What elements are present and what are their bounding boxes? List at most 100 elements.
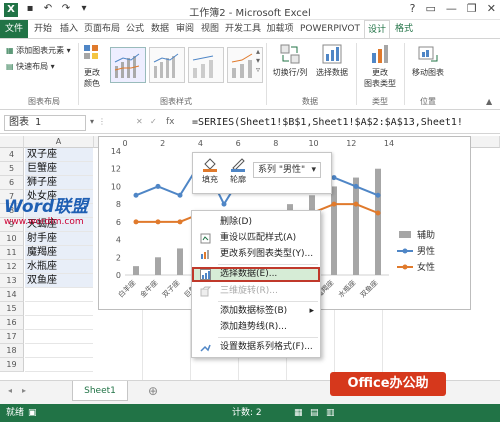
chart-style-thumb[interactable]	[188, 47, 224, 83]
cell-a[interactable]: 双子座	[25, 148, 93, 162]
close-icon[interactable]: ✕	[487, 2, 496, 15]
cell-a[interactable]	[25, 330, 93, 344]
top-axis-tick-label: 8	[273, 139, 278, 148]
tab-formulas[interactable]: 公式	[123, 20, 147, 38]
tab-addins[interactable]: 加载项	[264, 20, 296, 38]
divider	[404, 43, 405, 105]
cell-a[interactable]: 双鱼座	[25, 274, 93, 288]
cell-a[interactable]: 魔羯座	[25, 246, 93, 260]
minimize-icon[interactable]: —	[446, 2, 457, 15]
divider	[356, 43, 357, 105]
row-header[interactable]: 16	[0, 316, 24, 330]
formula-input[interactable]: =SERIES(Sheet1!$B$1,Sheet1!$A$2:$A$13,Sh…	[192, 115, 463, 131]
ribbon-display-icon[interactable]: ▭	[426, 2, 436, 15]
row-header[interactable]: 13	[0, 274, 24, 288]
row-header[interactable]: 12	[0, 260, 24, 274]
tab-view[interactable]: 视图	[198, 20, 222, 38]
menu-item-reset-style[interactable]: 重设以匹配样式(A)	[192, 231, 320, 246]
row-header[interactable]: 14	[0, 288, 24, 302]
cell-a[interactable]: 水瓶座	[25, 260, 93, 274]
add-sheet-icon[interactable]: ⊕	[148, 384, 158, 398]
tab-powerpivot[interactable]: POWERPIVOT	[297, 20, 363, 38]
macro-record-icon[interactable]: ▣	[28, 404, 37, 422]
chart-style-thumb[interactable]	[110, 47, 146, 83]
cancel-icon[interactable]: ✕	[136, 117, 143, 126]
row-header[interactable]: 18	[0, 344, 24, 358]
tab-page-layout[interactable]: 页面布局	[82, 20, 122, 38]
tab-data[interactable]: 数据	[148, 20, 172, 38]
change-colors-button[interactable]: 更改 颜色	[80, 43, 104, 89]
ribbon-tabs: 文件 开始 插入 页面布局 公式 数据 审阅 视图 开发工具 加载项 POWER…	[0, 20, 500, 54]
collapse-ribbon-icon[interactable]: ▲	[486, 97, 492, 106]
switch-row-column-button[interactable]: 切换行/列	[270, 43, 310, 78]
cell-a[interactable]	[25, 344, 93, 358]
name-box[interactable]: 图表 1	[4, 115, 86, 131]
cell-a[interactable]	[25, 302, 93, 316]
quick-layout-button[interactable]: ▤ 快速布局 ▾	[6, 61, 55, 72]
bar-辅助	[353, 177, 359, 275]
restore-icon[interactable]: ❐	[467, 2, 477, 15]
row-header[interactable]: 19	[0, 358, 24, 372]
tab-review[interactable]: 审阅	[173, 20, 197, 38]
cell-a[interactable]: 巨蟹座	[25, 162, 93, 176]
outline-button[interactable]: 轮廓	[225, 156, 251, 185]
top-axis-tick-label: 0	[122, 139, 127, 148]
cell-a[interactable]	[25, 316, 93, 330]
move-chart-button[interactable]: 移动图表	[406, 43, 450, 78]
menu-item-add-data-labels[interactable]: 添加数据标签(B) ▸	[192, 304, 320, 319]
column-header-a[interactable]: A	[24, 136, 94, 148]
menu-item-add-trendline[interactable]: 添加趋势线(R)...	[192, 320, 320, 335]
watermark-right: Office办公助	[330, 372, 446, 396]
insert-function-icon[interactable]: fx	[166, 117, 175, 127]
menu-item-format-series[interactable]: 设置数据系列格式(F)...	[192, 340, 320, 355]
gallery-scroll[interactable]: ▴ ▾ ▿	[256, 47, 260, 74]
name-box-dropdown-icon[interactable]: ▾	[90, 117, 94, 126]
row-header[interactable]: 10	[0, 232, 24, 246]
menu-item-3d-rotation[interactable]: 三维旋转(R)...	[192, 284, 320, 299]
left-axis-tick-label: 12	[111, 165, 121, 174]
sheet-nav-prev-icon[interactable]: ◂	[8, 386, 12, 395]
tab-home[interactable]: 开始	[30, 20, 56, 38]
cell-a[interactable]	[25, 288, 93, 302]
tab-developer[interactable]: 开发工具	[223, 20, 263, 38]
row-header[interactable]: 4	[0, 148, 24, 162]
top-axis-tick-label: 4	[198, 139, 203, 148]
row-header[interactable]: 11	[0, 246, 24, 260]
enter-icon[interactable]: ✓	[150, 117, 157, 126]
change-chart-type-button[interactable]: 更改 图表类型	[360, 43, 400, 89]
page-break-view-icon[interactable]: ▥	[326, 404, 335, 422]
left-axis-tick-label: 0	[116, 271, 121, 280]
series-select-dropdown[interactable]: 系列 "男性" ▾	[253, 162, 321, 178]
row-header[interactable]: 5	[0, 162, 24, 176]
top-axis-tick-label: 12	[346, 139, 356, 148]
page-layout-view-icon[interactable]: ▤	[310, 404, 319, 422]
cell-a[interactable]	[25, 358, 93, 372]
palette-icon	[84, 45, 98, 59]
legend-label-辅助: 辅助	[417, 229, 435, 241]
top-axis-tick-label: 2	[160, 139, 165, 148]
select-data-ribbon-button[interactable]: 选择数据	[312, 43, 352, 78]
left-axis-tick-label: 6	[116, 218, 121, 227]
fill-button[interactable]: 填充	[197, 156, 223, 185]
select-all-corner[interactable]	[0, 136, 24, 148]
row-header[interactable]: 6	[0, 176, 24, 190]
normal-view-icon[interactable]: ▦	[294, 404, 303, 422]
tab-format[interactable]: 格式	[391, 20, 417, 38]
cell-a[interactable]: 射手座	[25, 232, 93, 246]
menu-item-select-data[interactable]: 选择数据(E)...	[192, 267, 320, 282]
row-header[interactable]: 17	[0, 330, 24, 344]
add-chart-element-button[interactable]: ▦ 添加图表元素 ▾	[6, 45, 71, 56]
menu-item-change-chart-type[interactable]: 更改系列图表类型(Y)...	[192, 247, 320, 262]
tab-design[interactable]: 设计	[364, 20, 390, 38]
sheet-nav-next-icon[interactable]: ▸	[22, 386, 26, 395]
help-icon[interactable]: ?	[410, 2, 416, 15]
point-女性	[353, 201, 359, 207]
cell-a[interactable]: 狮子座	[25, 176, 93, 190]
sheet-tab-sheet1[interactable]: Sheet1	[72, 381, 128, 401]
delete-icon	[200, 217, 211, 228]
tab-insert[interactable]: 插入	[57, 20, 81, 38]
tab-file[interactable]: 文件	[0, 20, 28, 38]
chart-style-thumb[interactable]	[149, 47, 185, 83]
row-header[interactable]: 15	[0, 302, 24, 316]
menu-item-delete[interactable]: 删除(D)	[192, 215, 320, 230]
